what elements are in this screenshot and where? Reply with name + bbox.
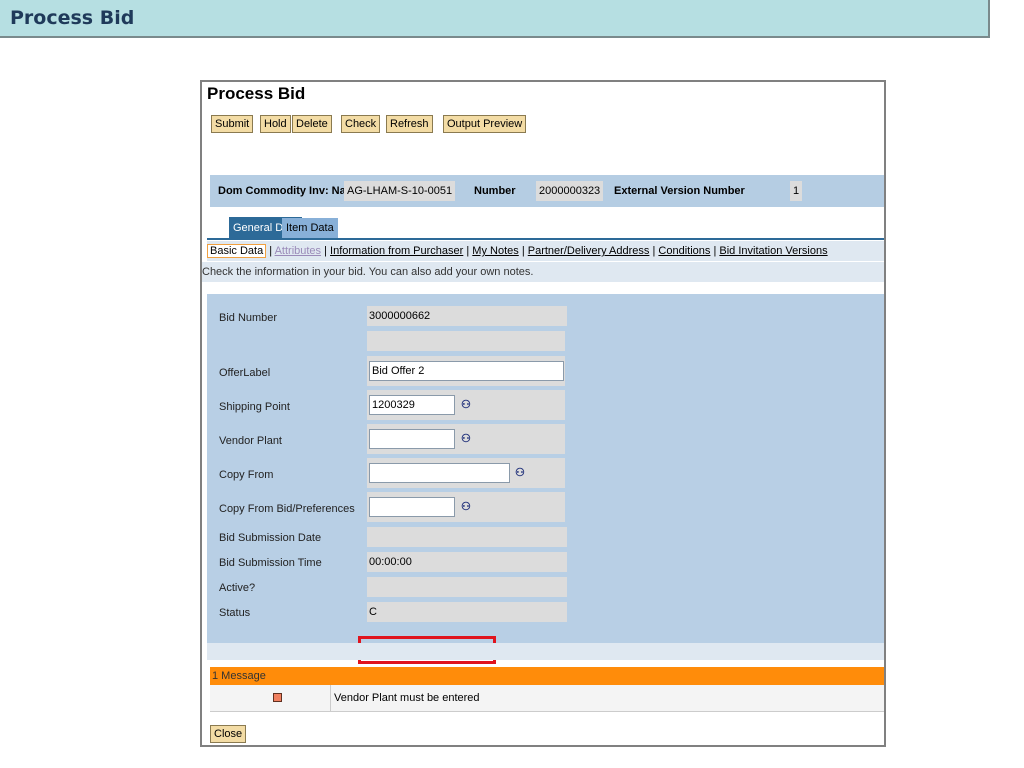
copy-from-bid-label: Copy From Bid/Preferences <box>219 503 355 515</box>
copy-from-bid-input[interactable] <box>369 497 455 517</box>
tab-item-data[interactable]: Item Data <box>282 218 338 238</box>
check-button[interactable]: Check <box>341 115 381 133</box>
name-label: Dom Commodity Inv: Name <box>218 185 362 197</box>
submission-date-value <box>367 527 567 547</box>
ext-version-value: 1 <box>790 181 803 201</box>
vendor-plant-label: Vendor Plant <box>219 435 282 447</box>
bid-header: Dom Commodity Inv: Name AG-LHAM-S-10-005… <box>210 175 884 207</box>
subtab-conditions[interactable]: Conditions <box>658 245 710 257</box>
shipping-point-label: Shipping Point <box>219 401 290 413</box>
binoculars-search-icon[interactable]: ⚇ <box>515 466 525 479</box>
subtab-info-from-purchaser[interactable]: Information from Purchaser <box>330 245 463 257</box>
offer-label-input[interactable]: Bid Offer 2 <box>369 361 564 381</box>
hint-text: Check the information in your bid. You c… <box>202 262 884 282</box>
tab-divider <box>207 238 884 240</box>
basic-data-form: Bid Number 3000000662 OfferLabel Bid Off… <box>207 294 884 664</box>
subtab-partner-delivery[interactable]: Partner/Delivery Address <box>528 245 650 257</box>
column-divider <box>330 685 331 711</box>
offer-label-label: OfferLabel <box>219 367 271 379</box>
ext-version-label: External Version Number <box>614 185 745 197</box>
hold-button[interactable]: Hold <box>260 115 291 133</box>
process-bid-window: Process Bid Submit Hold Delete Check Ref… <box>200 80 886 747</box>
subtab-my-notes[interactable]: My Notes <box>472 245 518 257</box>
active-label: Active? <box>219 582 256 594</box>
copy-from-input[interactable] <box>369 463 510 483</box>
binoculars-search-icon[interactable]: ⚇ <box>461 432 471 445</box>
name-value: AG-LHAM-S-10-0051 <box>344 181 456 201</box>
refresh-button[interactable]: Refresh <box>386 115 433 133</box>
message-text: Vendor Plant must be entered <box>334 692 480 704</box>
copy-from-label: Copy From <box>219 469 274 481</box>
error-icon <box>273 693 282 702</box>
status-value: C <box>367 602 567 622</box>
binoculars-search-icon[interactable]: ⚇ <box>461 500 471 513</box>
binoculars-search-icon[interactable]: ⚇ <box>461 398 471 411</box>
close-button[interactable]: Close <box>210 725 247 743</box>
output-preview-button[interactable]: Output Preview <box>443 115 527 133</box>
window-title: Process Bid <box>207 84 306 103</box>
number-value: 2000000323 <box>536 181 604 201</box>
form-footer <box>207 643 884 660</box>
subtab-basic-data[interactable]: Basic Data <box>207 244 267 258</box>
subtab-bar: Basic Data | Attributes | Information fr… <box>207 241 884 261</box>
subtab-attributes[interactable]: Attributes <box>275 245 321 257</box>
vendor-plant-input[interactable] <box>369 429 455 449</box>
submission-time-value: 00:00:00 <box>367 552 567 572</box>
page-header: Process Bid <box>0 0 990 38</box>
active-value <box>367 577 567 597</box>
submit-button[interactable]: Submit <box>211 115 254 133</box>
delete-button[interactable]: Delete <box>292 115 332 133</box>
number-label: Number <box>474 185 516 197</box>
submission-date-label: Bid Submission Date <box>219 532 322 544</box>
empty-field <box>367 331 565 351</box>
shipping-point-input[interactable]: 1200329 <box>369 395 455 415</box>
bid-number-label: Bid Number <box>219 312 278 324</box>
subtab-bid-invitation-versions[interactable]: Bid Invitation Versions <box>719 245 827 257</box>
page-title: Process Bid <box>10 7 135 29</box>
message-row: Vendor Plant must be entered <box>210 685 884 712</box>
submission-time-label: Bid Submission Time <box>219 557 322 569</box>
bid-number-value: 3000000662 <box>367 306 567 326</box>
message-header: 1 Message <box>210 667 884 685</box>
status-label: Status <box>219 607 251 619</box>
